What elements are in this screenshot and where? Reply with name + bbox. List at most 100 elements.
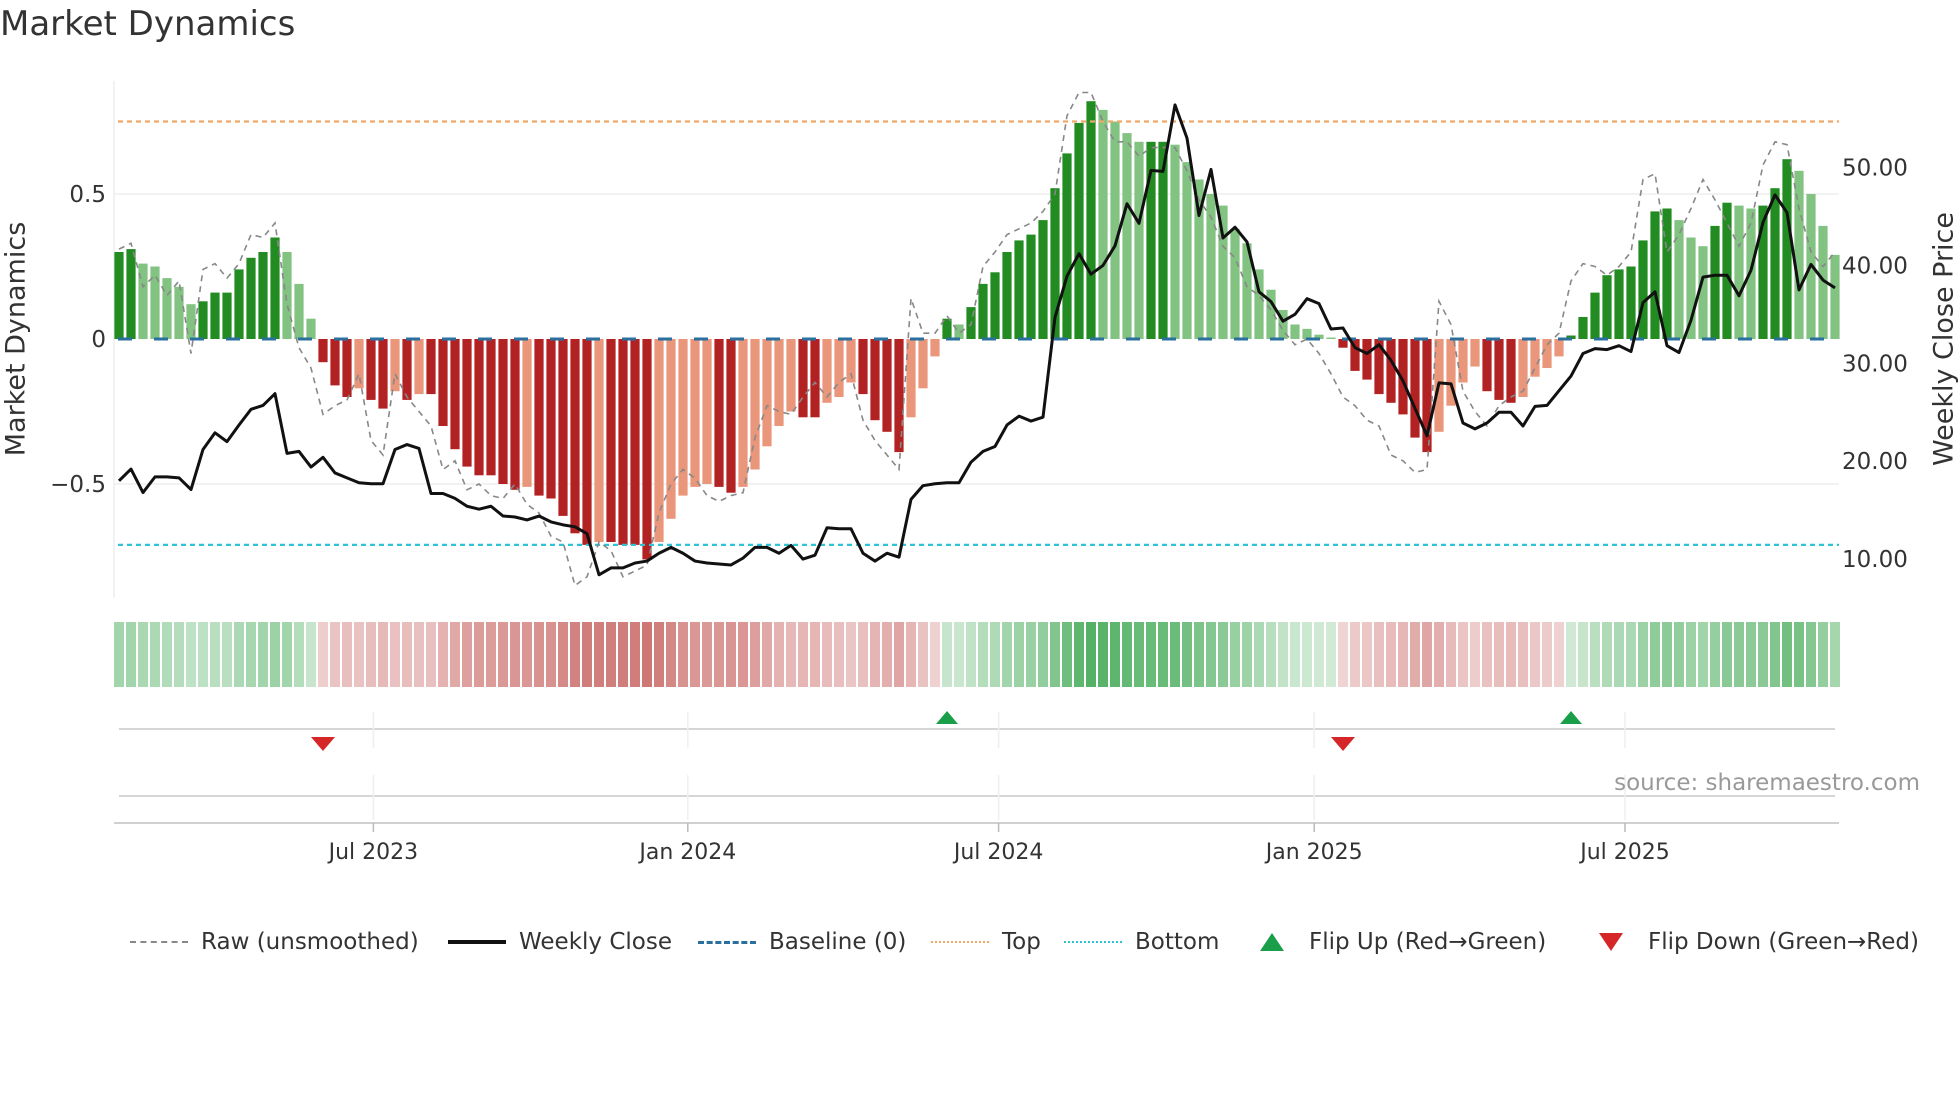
heat-cell [546, 622, 556, 687]
dynamics-bar [906, 339, 916, 418]
dynamics-bar [258, 252, 268, 339]
dynamics-bar [282, 252, 292, 339]
dynamics-bar [1602, 275, 1612, 339]
dynamics-bar [390, 339, 400, 392]
heat-cell [1662, 622, 1672, 687]
dynamics-bar [198, 301, 208, 339]
heat-cell [918, 622, 928, 687]
dynamics-bar [246, 257, 256, 339]
heat-cell [522, 622, 532, 687]
heat-cell [1230, 622, 1240, 687]
y2-tick-label: 10.00 [1842, 547, 1908, 573]
heat-cell [1314, 622, 1324, 687]
dynamics-bar [1134, 141, 1144, 339]
dynamics-bar [402, 339, 412, 400]
dynamics-bar [1326, 337, 1336, 339]
heat-cell [474, 622, 484, 687]
heat-cell [330, 622, 340, 687]
heat-cell [486, 622, 496, 687]
heat-cell [318, 622, 328, 687]
legend-item-flip-down[interactable]: Flip Down (Green→Red) [1598, 924, 1919, 960]
legend-item-raw[interactable]: Raw (unsmoothed) [130, 924, 419, 960]
heat-cell [1446, 622, 1456, 687]
heat-cell [342, 622, 352, 687]
heat-cell [390, 622, 400, 687]
dynamics-bar [366, 339, 376, 400]
dynamics-bar [1182, 162, 1192, 339]
heat-cell [1086, 622, 1096, 687]
dynamics-bar [1590, 292, 1600, 339]
baseline-swatch-icon [698, 940, 756, 944]
heat-cell [1374, 622, 1384, 687]
heat-cell [834, 622, 844, 687]
dynamics-bar [1554, 339, 1564, 357]
dynamics-bar [558, 339, 568, 516]
dynamics-bar [1542, 339, 1552, 368]
dynamics-bar [918, 339, 928, 389]
heat-cell [1290, 622, 1300, 687]
dynamics-bar [762, 339, 772, 447]
dynamics-bar [462, 339, 472, 467]
legend-item-top[interactable]: Top [931, 924, 1041, 960]
heat-cell [1398, 622, 1408, 687]
dynamics-bar [1638, 240, 1648, 339]
heat-cell [738, 622, 748, 687]
dynamics-bar [438, 339, 448, 426]
triangle-down-icon [1599, 933, 1623, 951]
legend-item-baseline[interactable]: Baseline (0) [698, 924, 906, 960]
heat-cell [138, 622, 148, 687]
heat-cell [270, 622, 280, 687]
dynamics-bar [1098, 109, 1108, 340]
heat-cell [1170, 622, 1180, 687]
dynamics-bar [978, 283, 988, 339]
heat-cell [126, 622, 136, 687]
dynamics-bar [294, 283, 304, 339]
heat-cell [1626, 622, 1636, 687]
dynamics-bar [318, 339, 328, 363]
dynamics-bar [1830, 254, 1840, 339]
top-line-swatch-icon [931, 941, 989, 943]
dynamics-bar [990, 272, 1000, 339]
dynamics-bar [1578, 316, 1588, 339]
heat-cell [1614, 622, 1624, 687]
heat-cell [1410, 622, 1420, 687]
dynamics-bar [342, 339, 352, 397]
legend-item-flip-up[interactable]: Flip Up (Red→Green) [1259, 924, 1546, 960]
dynamics-bar [1290, 324, 1300, 339]
heat-cell [570, 622, 580, 687]
heat-cell [1782, 622, 1792, 687]
dynamics-bar [510, 339, 520, 490]
heat-cell [1134, 622, 1144, 687]
dynamics-bar [450, 339, 460, 450]
dynamics-bar [1650, 211, 1660, 339]
dynamics-bar [1410, 339, 1420, 438]
heat-cell [666, 622, 676, 687]
dynamics-bar [882, 339, 892, 432]
legend-item-close[interactable]: Weekly Close [448, 924, 672, 960]
y-tick-label: 0.5 [69, 182, 106, 208]
dynamics-bar [1494, 339, 1504, 400]
heat-cell [1650, 622, 1660, 687]
dynamics-bar [1386, 339, 1396, 403]
dynamics-bar [786, 339, 796, 412]
heat-cell [1710, 622, 1720, 687]
heat-cell [750, 622, 760, 687]
legend-item-bottom[interactable]: Bottom [1064, 924, 1219, 960]
close-line-swatch-icon [448, 940, 506, 944]
heat-cell [510, 622, 520, 687]
heat-cell [1422, 622, 1432, 687]
dynamics-bar [534, 339, 544, 496]
heat-cell [1746, 622, 1756, 687]
heat-cell [1038, 622, 1048, 687]
heat-cell [954, 622, 964, 687]
heat-cell [1302, 622, 1312, 687]
heat-cell [402, 622, 412, 687]
heat-cell [846, 622, 856, 687]
raw-line-swatch-icon [130, 941, 188, 943]
legend-label: Bottom [1135, 929, 1220, 955]
dynamics-bar [1782, 159, 1792, 339]
heat-cell [1482, 622, 1492, 687]
heat-cell [534, 622, 544, 687]
heat-cell [1674, 622, 1684, 687]
heat-cell [294, 622, 304, 687]
